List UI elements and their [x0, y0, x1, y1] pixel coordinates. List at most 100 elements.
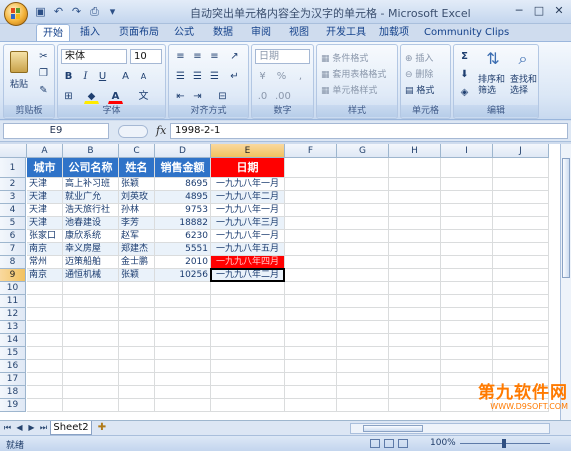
increase-decimal-icon[interactable]: .0: [255, 89, 270, 104]
cell-g4[interactable]: [337, 204, 389, 217]
table-cell[interactable]: 一九九八年二月: [211, 191, 285, 204]
bold-button[interactable]: B: [61, 69, 76, 84]
cell-a16[interactable]: [27, 360, 63, 373]
table-cell[interactable]: 常州: [27, 256, 63, 269]
cell-a15[interactable]: [27, 347, 63, 360]
insert-button[interactable]: ⊕ 插入: [405, 51, 433, 64]
table-cell[interactable]: 南京: [27, 243, 63, 256]
cell-h19[interactable]: [389, 399, 441, 412]
formula-cancel-icon[interactable]: [118, 125, 148, 138]
cell-d18[interactable]: [155, 386, 211, 399]
cell-h13[interactable]: [389, 321, 441, 334]
cell-b16[interactable]: [63, 360, 119, 373]
cell-e11[interactable]: [211, 295, 285, 308]
align-right-icon[interactable]: ☰: [207, 69, 222, 84]
row-header-10[interactable]: 10: [0, 282, 26, 295]
cell-h10[interactable]: [389, 282, 441, 295]
tab-developer[interactable]: 开发工具: [320, 24, 372, 42]
cell-g2[interactable]: [337, 178, 389, 191]
table-cell[interactable]: 一九九八年一月: [211, 230, 285, 243]
cell-c15[interactable]: [119, 347, 155, 360]
cell-d17[interactable]: [155, 373, 211, 386]
cell-i4[interactable]: [441, 204, 493, 217]
cell-b19[interactable]: [63, 399, 119, 412]
cell-d13[interactable]: [155, 321, 211, 334]
table-cell[interactable]: 浩天旅行社: [63, 204, 119, 217]
table-cell[interactable]: 天津: [27, 204, 63, 217]
cell-g1[interactable]: [337, 158, 389, 178]
sort-filter-label[interactable]: 排序和筛选: [478, 75, 508, 97]
copy-icon[interactable]: ❐: [36, 66, 51, 81]
page-break-view-icon[interactable]: [398, 439, 408, 448]
cell-e15[interactable]: [211, 347, 285, 360]
sort-filter-icon[interactable]: ⇅: [482, 48, 504, 70]
table-cell[interactable]: 池春建设: [63, 217, 119, 230]
cell-g13[interactable]: [337, 321, 389, 334]
column-header-j[interactable]: J: [493, 144, 549, 158]
cell-i12[interactable]: [441, 308, 493, 321]
cell-a19[interactable]: [27, 399, 63, 412]
align-middle-icon[interactable]: ≡: [190, 49, 205, 64]
decrease-indent-icon[interactable]: ⇤: [173, 89, 188, 104]
cell-e16[interactable]: [211, 360, 285, 373]
cell-j7[interactable]: [493, 243, 549, 256]
clear-icon[interactable]: ◈: [457, 85, 472, 100]
cell-c12[interactable]: [119, 308, 155, 321]
cell-d11[interactable]: [155, 295, 211, 308]
merge-center-icon[interactable]: ⊟: [215, 89, 230, 104]
table-cell[interactable]: 李芳: [119, 217, 155, 230]
column-header-f[interactable]: F: [285, 144, 337, 158]
office-button[interactable]: [4, 2, 28, 26]
column-header-c[interactable]: C: [119, 144, 155, 158]
cell-f16[interactable]: [285, 360, 337, 373]
table-header-cell[interactable]: 公司名称: [63, 158, 119, 178]
cell-i9[interactable]: [441, 269, 493, 282]
cell-a13[interactable]: [27, 321, 63, 334]
cell-j12[interactable]: [493, 308, 549, 321]
cell-i11[interactable]: [441, 295, 493, 308]
wrap-text-icon[interactable]: ↵: [227, 69, 242, 84]
cell-j10[interactable]: [493, 282, 549, 295]
row-header-1[interactable]: 1: [0, 158, 26, 178]
row-header-7[interactable]: 7: [0, 243, 26, 256]
tab-review[interactable]: 审阅: [245, 24, 277, 42]
table-cell[interactable]: 一九九八年二月: [211, 269, 285, 282]
print-icon[interactable]: ⎙: [88, 5, 101, 18]
table-cell[interactable]: 幸义房屋: [63, 243, 119, 256]
table-cell[interactable]: 一九九八年四月: [211, 256, 285, 269]
row-header-5[interactable]: 5: [0, 217, 26, 230]
tab-insert[interactable]: 插入: [74, 24, 106, 42]
cell-b11[interactable]: [63, 295, 119, 308]
cell-f14[interactable]: [285, 334, 337, 347]
percent-button[interactable]: %: [274, 69, 289, 84]
phonetic-icon[interactable]: 文: [136, 89, 151, 104]
cell-e19[interactable]: [211, 399, 285, 412]
table-cell[interactable]: 4895: [155, 191, 211, 204]
last-sheet-icon[interactable]: ⏭: [38, 422, 49, 434]
name-box[interactable]: E9: [3, 123, 109, 139]
table-cell[interactable]: 一九九八年五月: [211, 243, 285, 256]
cell-f19[interactable]: [285, 399, 337, 412]
delete-button[interactable]: ⊖ 删除: [405, 67, 433, 80]
insert-function-button[interactable]: fx: [156, 123, 168, 139]
cell-b15[interactable]: [63, 347, 119, 360]
cell-e12[interactable]: [211, 308, 285, 321]
cell-d14[interactable]: [155, 334, 211, 347]
cell-c10[interactable]: [119, 282, 155, 295]
cell-h2[interactable]: [389, 178, 441, 191]
table-cell[interactable]: 张颖: [119, 269, 155, 282]
border-icon[interactable]: ⊞: [61, 89, 76, 104]
tab-page-layout[interactable]: 页面布局: [113, 24, 165, 42]
underline-button[interactable]: U: [95, 69, 110, 84]
align-top-icon[interactable]: ≡: [173, 49, 188, 64]
row-header-13[interactable]: 13: [0, 321, 26, 334]
table-cell[interactable]: 刘英玫: [119, 191, 155, 204]
table-cell[interactable]: 孙林: [119, 204, 155, 217]
table-cell[interactable]: 张颖: [119, 178, 155, 191]
row-header-14[interactable]: 14: [0, 334, 26, 347]
format-button[interactable]: ▤ 格式: [405, 83, 434, 96]
paste-label[interactable]: 粘贴: [10, 77, 28, 90]
cell-f4[interactable]: [285, 204, 337, 217]
cell-b18[interactable]: [63, 386, 119, 399]
cell-b13[interactable]: [63, 321, 119, 334]
